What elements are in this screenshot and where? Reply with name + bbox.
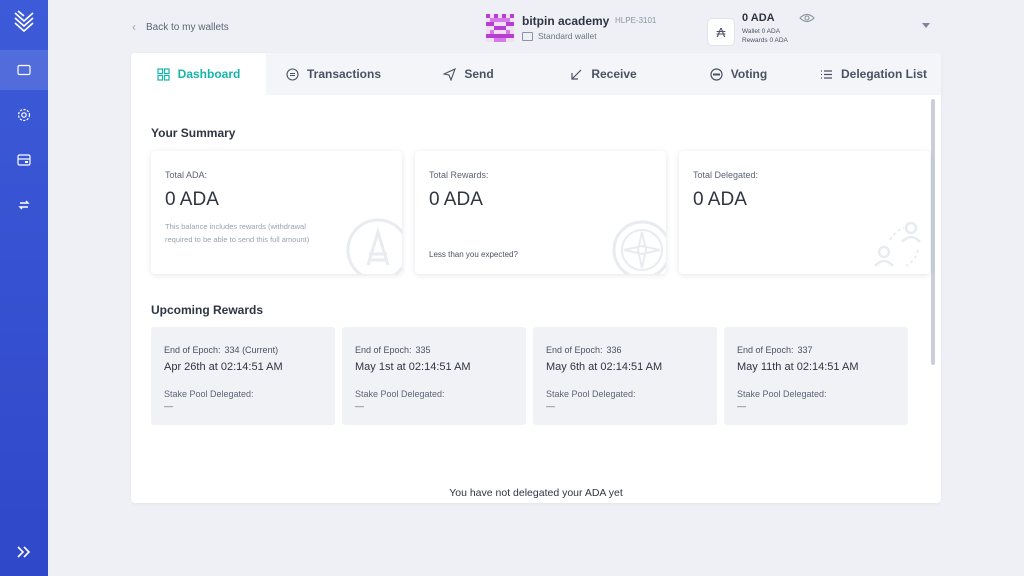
epoch-label: End of Epoch: — [546, 345, 603, 355]
voting-icon — [710, 67, 723, 81]
epoch-date: May 11th at 02:14:51 AM — [737, 361, 859, 373]
epoch-line: End of Epoch: 335 — [355, 345, 431, 355]
send-icon — [443, 67, 457, 81]
tab-send-label: Send — [464, 67, 494, 81]
epoch-number: 334 (Current) — [224, 345, 279, 355]
ada-coin-icon — [346, 218, 402, 274]
epoch-number: 336 — [606, 345, 622, 355]
tab-voting[interactable]: Voting — [671, 53, 806, 95]
total-rewards-label: Total Rewards: — [429, 170, 489, 180]
reward-epoch-card: End of Epoch: 335 May 1st at 02:14:51 AM … — [342, 327, 526, 425]
delegation-users-icon — [874, 221, 921, 267]
list-icon — [820, 69, 832, 79]
total-delegated-value: 0 ADA — [693, 189, 747, 210]
ada-symbol-icon: ₳ — [707, 18, 735, 46]
stake-pool-label: Stake Pool Delegated: — [546, 389, 636, 399]
total-rewards-value: 0 ADA — [429, 189, 483, 210]
epoch-date: May 1st at 02:14:51 AM — [355, 361, 471, 373]
rewards-balance-line: Rewards 0 ADA — [742, 37, 788, 44]
balance-breakdown: Wallet 0 ADA Rewards 0 ADA — [742, 27, 788, 45]
double-chevron-right-icon[interactable] — [14, 542, 34, 562]
epoch-label: End of Epoch: — [164, 345, 221, 355]
epoch-date: Apr 26th at 02:14:51 AM — [164, 361, 283, 373]
dashboard-panel: Dashboard Transactions Send Receive Voti… — [131, 53, 941, 503]
tab-transactions[interactable]: Transactions — [266, 53, 401, 95]
wallet-name: bitpin academy — [522, 14, 610, 28]
balance-total: 0 ADA — [742, 12, 775, 24]
scrollbar[interactable] — [931, 99, 935, 365]
tab-delegation-list-label: Delegation List — [840, 67, 927, 81]
stake-pool-value: — — [737, 401, 746, 411]
epoch-line: End of Epoch: 337 — [737, 345, 813, 355]
upcoming-rewards-title: Upcoming Rewards — [151, 303, 264, 317]
reward-epoch-card: End of Epoch: 336 May 6th at 02:14:51 AM … — [533, 327, 717, 425]
epoch-line: End of Epoch: 336 — [546, 345, 622, 355]
total-ada-card: Total ADA: 0 ADA This balance includes r… — [151, 151, 402, 274]
epoch-line: End of Epoch: 334 (Current) — [164, 345, 278, 355]
reward-epoch-card: End of Epoch: 334 (Current) Apr 26th at 0… — [151, 327, 335, 425]
epoch-number: 337 — [797, 345, 813, 355]
epoch-label: End of Epoch: — [355, 345, 412, 355]
total-ada-value: 0 ADA — [165, 189, 219, 210]
stake-pool-label: Stake Pool Delegated: — [737, 389, 827, 399]
app-logo-icon[interactable] — [12, 9, 36, 33]
less-than-expected-link[interactable]: Less than you expected? — [429, 250, 518, 259]
tab-voting-label: Voting — [730, 67, 768, 81]
chevron-down-icon[interactable] — [922, 23, 930, 28]
gear-icon — [17, 108, 31, 122]
back-to-wallets-link[interactable]: ‹ Back to my wallets — [132, 20, 229, 34]
tab-receive[interactable]: Receive — [536, 53, 671, 95]
back-label: Back to my wallets — [146, 21, 229, 33]
epoch-label: End of Epoch: — [737, 345, 794, 355]
total-rewards-card: Total Rewards: 0 ADA Less than you expec… — [415, 151, 666, 274]
total-delegated-card: Total Delegated: 0 ADA — [679, 151, 930, 274]
wallet-type: Standard wallet — [522, 31, 597, 41]
stake-pool-value: — — [546, 401, 555, 411]
hardware-wallet-icon — [17, 154, 31, 166]
sidebar — [0, 0, 48, 576]
tab-transactions-label: Transactions — [306, 67, 382, 81]
stake-pool-label: Stake Pool Delegated: — [355, 389, 445, 399]
total-ada-label: Total ADA: — [165, 170, 208, 180]
wallet-avatar — [486, 14, 514, 42]
sidebar-item-settings[interactable] — [0, 95, 48, 135]
dashboard-icon — [157, 67, 170, 81]
sidebar-item-wallets[interactable] — [0, 50, 48, 90]
epoch-date: May 6th at 02:14:51 AM — [546, 361, 663, 373]
tab-receive-label: Receive — [591, 67, 637, 81]
stake-pool-value: — — [355, 401, 364, 411]
reward-epoch-card: End of Epoch: 337 May 11th at 02:14:51 AM… — [724, 327, 908, 425]
wallet-ticker: HLPE-3101 — [615, 16, 657, 25]
wallet-type-icon — [522, 31, 533, 41]
tab-dashboard[interactable]: Dashboard — [131, 53, 266, 95]
total-ada-note: This balance includes rewards (withdrawa… — [165, 222, 310, 244]
eye-icon[interactable] — [799, 12, 815, 24]
wallet-balance-line: Wallet 0 ADA — [742, 28, 781, 35]
sidebar-item-exchange[interactable] — [0, 185, 48, 225]
tab-delegation-list[interactable]: Delegation List — [806, 53, 941, 95]
wallet-icon — [17, 64, 31, 76]
stake-pool-value: — — [164, 401, 173, 411]
epoch-number: 335 — [415, 345, 431, 355]
summary-title: Your Summary — [151, 126, 236, 140]
stake-pool-label: Stake Pool Delegated: — [164, 389, 254, 399]
chevron-left-icon: ‹ — [132, 20, 136, 34]
transactions-icon — [286, 67, 299, 81]
receive-icon — [571, 69, 582, 80]
tab-bar: Dashboard Transactions Send Receive Voti… — [131, 53, 941, 95]
tab-send[interactable]: Send — [401, 53, 536, 95]
tab-dashboard-label: Dashboard — [177, 67, 241, 81]
total-delegated-label: Total Delegated: — [693, 170, 759, 180]
exchange-icon — [18, 200, 30, 210]
sidebar-item-hardware[interactable] — [0, 140, 48, 180]
not-delegated-message: You have not delegated your ADA yet — [449, 487, 623, 499]
wallet-type-label: Standard wallet — [538, 31, 597, 41]
compass-icon — [612, 220, 666, 274]
